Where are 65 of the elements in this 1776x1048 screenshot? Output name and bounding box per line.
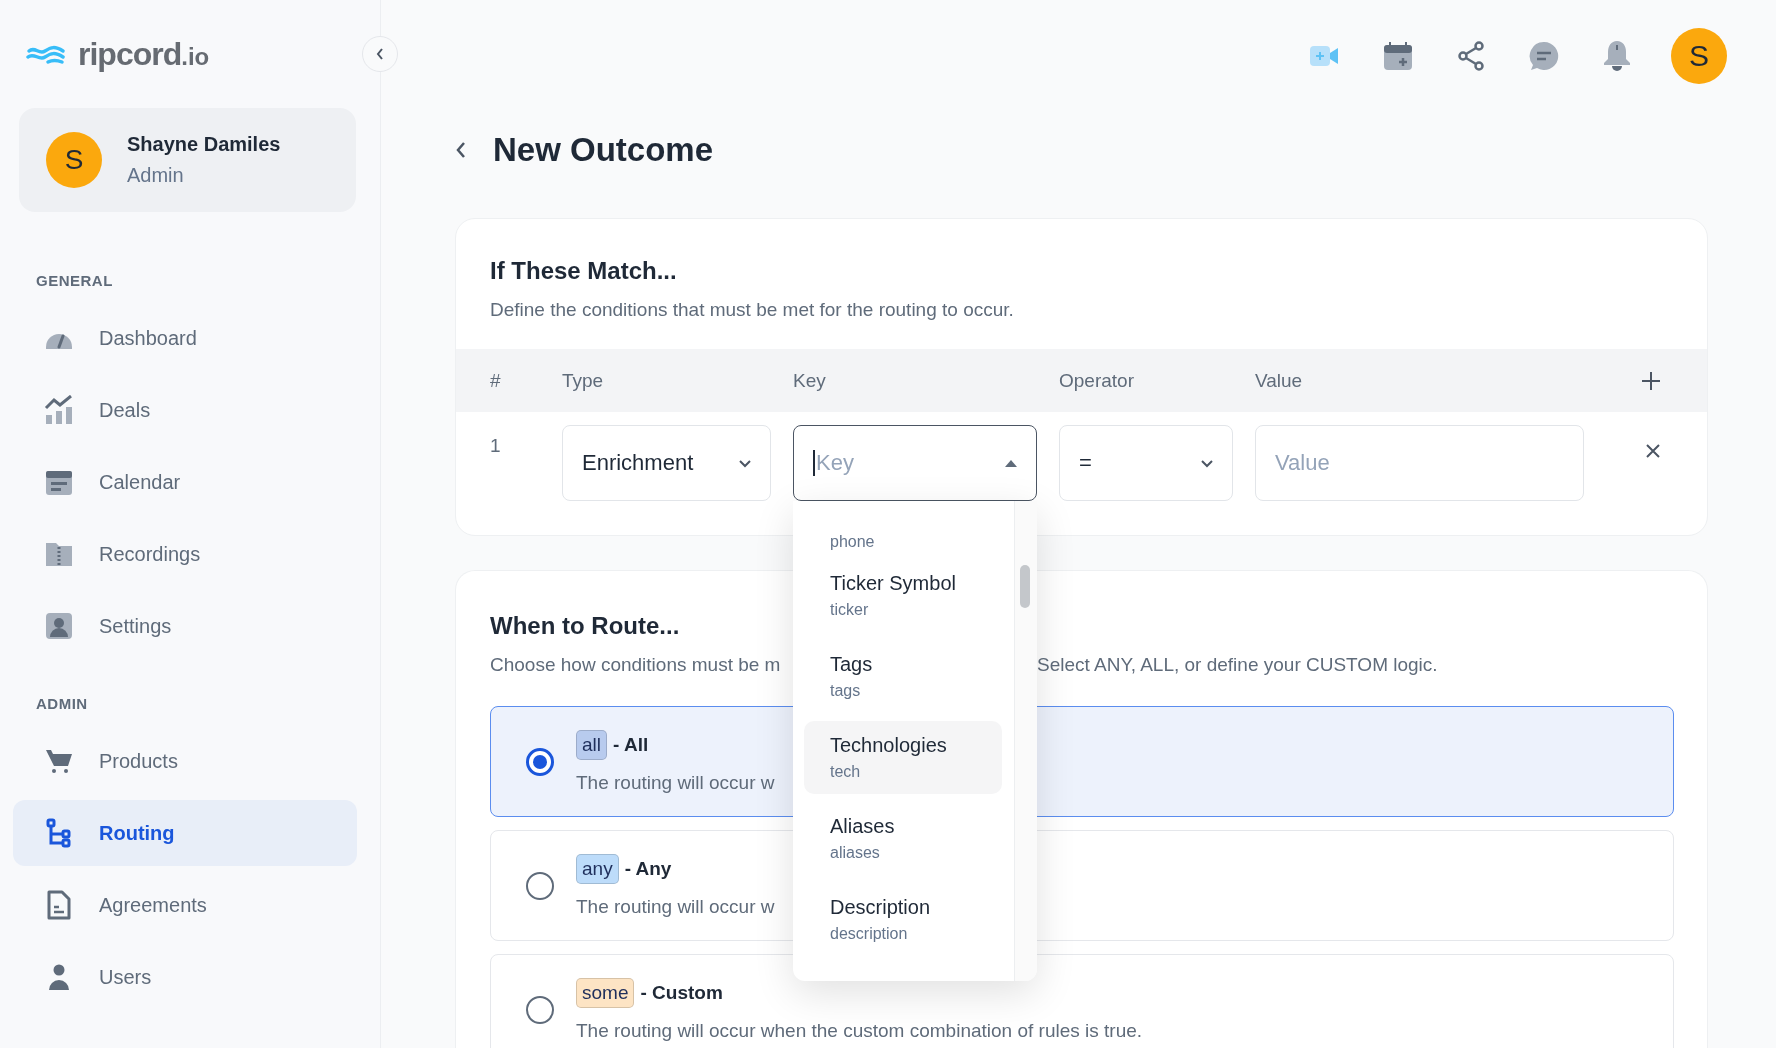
scrollbar-thumb[interactable]: [1020, 565, 1030, 608]
chevron-left-icon: [455, 141, 467, 159]
column-header: Key: [793, 369, 827, 392]
dropdown-option[interactable]: Ticker Symbol ticker: [804, 559, 1002, 632]
column-header: #: [490, 369, 502, 392]
person-icon: [48, 964, 70, 990]
sidebar-item[interactable]: Products: [13, 728, 357, 794]
caret-icon: [1004, 459, 1018, 467]
option-description: The routing will occur w: [576, 895, 775, 918]
cart-icon: [45, 748, 73, 774]
sidebar-item[interactable]: Settings: [13, 593, 357, 659]
sidebar-item[interactable]: Agreements: [13, 872, 357, 938]
option-label: - Custom: [640, 981, 723, 1004]
close-icon[interactable]: [1645, 443, 1661, 459]
user-avatar: S: [46, 132, 102, 188]
user-role: Admin: [127, 164, 185, 187]
page-title: New Outcome: [493, 131, 714, 169]
sidebar-item[interactable]: Users: [13, 944, 357, 1010]
document-icon: [47, 890, 71, 920]
option-label: - All: [613, 733, 649, 756]
card-subtitle: Choose how conditions must be m: [490, 654, 782, 676]
type-select[interactable]: Enrichment: [562, 425, 771, 501]
radio-button[interactable]: [526, 871, 554, 900]
option-tag: all: [576, 729, 607, 760]
chevron-down-icon: [1200, 458, 1214, 468]
card-subtitle: Select ANY, ALL, or define your CUSTOM logic.: [1037, 654, 1439, 676]
add-icon[interactable]: [1641, 370, 1661, 391]
logo: ripcord.io: [6, 0, 380, 108]
radio-button[interactable]: [526, 995, 554, 1024]
user-name: Shayne Damiles: [127, 133, 281, 156]
sidebar-item[interactable]: Routing: [13, 800, 357, 866]
chevron-left-icon: [375, 47, 385, 61]
user-badge-icon: [45, 612, 73, 640]
dropdown-option[interactable]: Technologies tech: [804, 721, 1002, 794]
row-number: 1: [490, 434, 502, 457]
card-subtitle: Define the conditions that must be met for the routing to occur.: [489, 298, 1015, 321]
chart-icon: [44, 395, 74, 425]
folder-icon: [45, 541, 73, 567]
user-card[interactable]: S Shayne Damiles Admin: [19, 108, 356, 212]
option-label: - Any: [624, 857, 672, 880]
dropdown-option[interactable]: phone: [804, 501, 1002, 559]
back-button[interactable]: [455, 141, 467, 159]
sidebar-item[interactable]: Dashboard: [13, 305, 357, 371]
option-description: The routing will occur when the custom combination of rules is true.: [576, 1019, 1143, 1042]
radio-button[interactable]: [526, 747, 554, 776]
section-heading: ADMIN: [36, 695, 89, 712]
card-title: If These Match...: [490, 256, 677, 285]
section-heading: GENERAL: [36, 272, 114, 289]
routing-option[interactable]: some - Custom The routing will occur when the custom combination of rules is true.: [490, 954, 1674, 1048]
calendar-icon: [45, 468, 73, 496]
column-header: Operator: [1059, 369, 1135, 392]
operator-select[interactable]: =: [1059, 425, 1233, 501]
option-description: The routing will occur w: [576, 771, 775, 794]
chevron-down-icon: [738, 458, 752, 468]
sidebar-item[interactable]: Calendar: [13, 449, 357, 515]
column-header: Type: [562, 369, 605, 392]
column-header: Value: [1255, 369, 1304, 392]
sidebar-item[interactable]: Recordings: [13, 521, 357, 587]
card-title: When to Route...: [490, 611, 680, 640]
option-tag: any: [576, 853, 619, 884]
option-tag: some: [576, 977, 635, 1008]
tree-icon: [46, 818, 72, 848]
value-field[interactable]: Value: [1255, 425, 1584, 501]
profile-avatar[interactable]: S: [1671, 28, 1727, 84]
sidebar-item[interactable]: Deals: [13, 377, 357, 443]
